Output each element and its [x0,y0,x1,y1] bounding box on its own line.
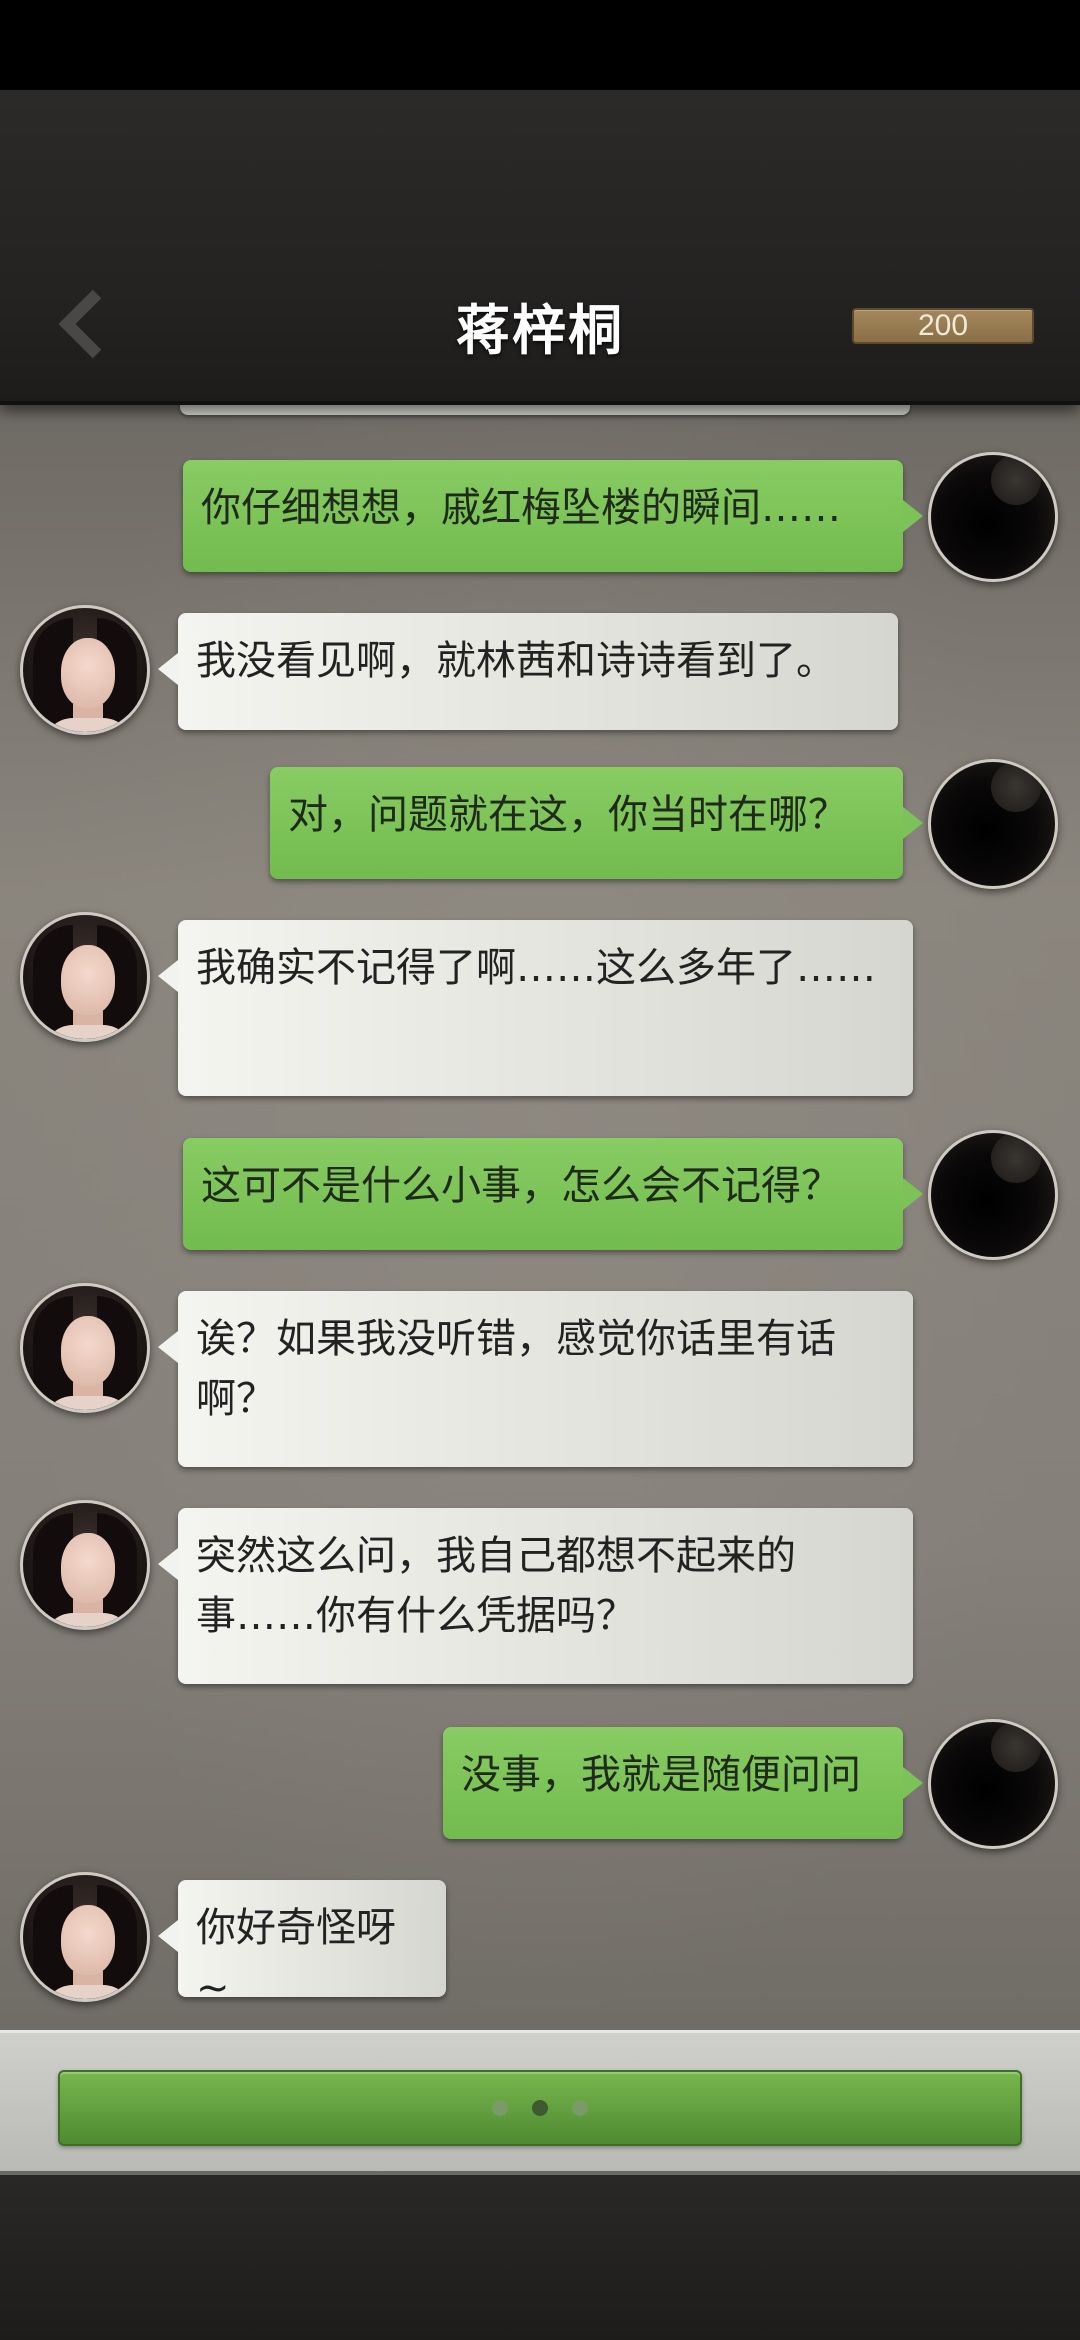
npc-message-bubble: 我没看见啊，就林茜和诗诗看到了。 [158,613,898,730]
message-text: 对，问题就在这，你当时在哪？ [288,792,848,838]
reply-bar [0,2030,1080,2175]
message-text: 诶？如果我没听错，感觉你话里有话啊？ [196,1316,836,1422]
npc-message-bubble: 我确实不记得了啊……这么多年了…… [158,920,913,1096]
bottom-panel [0,2175,1080,2340]
coin-counter: 200 [852,308,1034,344]
player-avatar[interactable] [928,1130,1058,1260]
npc-message-bubble: 你好奇怪呀~ [158,1880,446,2011]
player-avatar[interactable] [928,452,1058,582]
player-message-bubble: 你仔细想想，戚红梅坠楼的瞬间…… [183,460,923,572]
player-avatar[interactable] [928,759,1058,889]
npc-avatar[interactable] [20,605,150,735]
chat-header: 蒋梓桐 200 [0,90,1080,405]
typing-dot [572,2100,588,2116]
reply-options-button[interactable] [58,2070,1022,2146]
npc-avatar[interactable] [20,912,150,1042]
message-text: 我没看见啊，就林茜和诗诗看到了。 [196,638,836,684]
message-text: 突然这么问，我自己都想不起来的事……你有什么凭据吗？ [196,1533,796,1639]
npc-message-bubble: 诶？如果我没听错，感觉你话里有话啊？ [158,1291,913,1467]
message-text: 你仔细想想，戚红梅坠楼的瞬间…… [201,485,841,531]
player-message-bubble: 这可不是什么小事，怎么会不记得？ [183,1138,923,1250]
status-bar [0,0,1080,90]
typing-dot [492,2100,508,2116]
message-text: 你好奇怪呀~ [196,1905,396,2011]
message-text: 这可不是什么小事，怎么会不记得？ [201,1163,841,1209]
player-avatar[interactable] [928,1719,1058,1849]
npc-message-bubble: 突然这么问，我自己都想不起来的事……你有什么凭据吗？ [158,1508,913,1684]
message-text: 我确实不记得了啊……这么多年了…… [196,945,876,991]
player-message-bubble: 没事，我就是随便问问 [443,1727,923,1839]
npc-avatar[interactable] [20,1872,150,2002]
typing-dot [532,2100,548,2116]
player-message-bubble: 对，问题就在这，你当时在哪？ [270,767,923,879]
chat-area[interactable]: 你仔细想想，戚红梅坠楼的瞬间…… 我没看见啊，就林茜和诗诗看到了。 对，问题就在… [0,405,1080,2030]
previous-message-edge [180,405,910,415]
message-text: 没事，我就是随便问问 [461,1752,861,1798]
npc-avatar[interactable] [20,1500,150,1630]
npc-avatar[interactable] [20,1283,150,1413]
